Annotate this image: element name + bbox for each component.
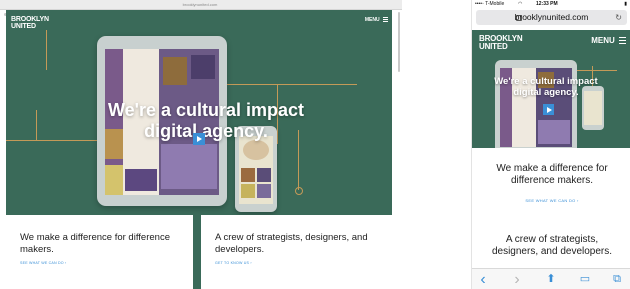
menu-label: MENU bbox=[591, 36, 615, 45]
bookmarks-icon[interactable]: ▭ bbox=[578, 273, 592, 286]
hamburger-icon bbox=[619, 37, 626, 45]
tablet-mockup bbox=[495, 60, 577, 148]
desktop-browser: brooklynunited.com BROOKLYN UNITED MENU bbox=[0, 0, 402, 289]
safari-toolbar: ‹ › ⬆ ▭ ⧉ bbox=[472, 268, 630, 289]
photo-tile bbox=[163, 57, 187, 85]
photo-tile bbox=[241, 184, 255, 198]
reload-icon[interactable]: ↻ bbox=[615, 13, 622, 22]
back-icon[interactable]: ‹ bbox=[476, 272, 490, 288]
wifi-icon: ◠ bbox=[518, 1, 523, 7]
forward-icon[interactable]: › bbox=[510, 272, 524, 288]
tabs-icon[interactable]: ⧉ bbox=[610, 273, 624, 286]
intro-cards: We make a difference for difference make… bbox=[6, 215, 392, 289]
mobile-address-bar[interactable]: brooklynunited.com ↻ bbox=[476, 10, 627, 25]
photo-tile bbox=[538, 120, 570, 144]
photo-tile bbox=[257, 184, 271, 198]
photo-tile bbox=[191, 55, 215, 79]
logo-line-2: UNITED bbox=[11, 23, 36, 30]
mobile-hero-title: We're a cultural impact digital agency. bbox=[494, 76, 598, 98]
logo-line-2: UNITED bbox=[479, 42, 508, 51]
mobile-intro-link[interactable]: SEE WHAT WE CAN DO › bbox=[482, 198, 622, 203]
menu-label: MENU bbox=[364, 17, 380, 23]
decorative-wire bbox=[577, 70, 617, 71]
decorative-wire bbox=[6, 140, 97, 141]
mobile-url: brooklynunited.com bbox=[514, 12, 589, 22]
play-video-button[interactable] bbox=[543, 104, 554, 115]
logo-line-1: BROOKLYN bbox=[11, 16, 49, 23]
hero-section: BROOKLYN UNITED MENU We're a cultural im… bbox=[6, 10, 392, 215]
mobile-hero: BROOKLYN UNITED MENU We're a cultural im… bbox=[472, 30, 630, 148]
photo-tile bbox=[105, 165, 123, 195]
card-link[interactable]: GET TO KNOW US › bbox=[215, 261, 252, 265]
status-bar: ••••◦ T-Mobile ◠ 12:33 PM ▮ bbox=[472, 0, 630, 9]
play-video-button[interactable] bbox=[193, 133, 205, 145]
mobile-menu-button[interactable]: MENU bbox=[591, 36, 626, 45]
decorative-wire bbox=[227, 84, 357, 85]
intro-card: We make a difference for difference make… bbox=[6, 215, 193, 289]
carrier-label: ••••◦ T-Mobile bbox=[475, 1, 505, 7]
photo-tile bbox=[243, 140, 269, 160]
clock: 12:33 PM bbox=[536, 1, 558, 7]
decorative-wire bbox=[36, 110, 37, 140]
decorative-wire bbox=[46, 30, 47, 70]
battery-icon: ▮ bbox=[624, 1, 627, 7]
card-text: We make a difference for difference make… bbox=[20, 232, 170, 255]
intro-card: A crew of strategists, designers, and de… bbox=[201, 215, 392, 289]
card-text: A crew of strategists, designers, and de… bbox=[215, 232, 368, 255]
share-icon[interactable]: ⬆ bbox=[544, 273, 558, 286]
photo-tile bbox=[125, 169, 157, 191]
mobile-intro-text: We make a difference for difference make… bbox=[496, 163, 608, 186]
photo-tile bbox=[241, 168, 255, 182]
card-link[interactable]: SEE WHAT WE CAN DO › bbox=[20, 261, 66, 265]
photo-tile bbox=[257, 168, 271, 182]
mobile-crew-text: A crew of strategists, designers, and de… bbox=[491, 234, 613, 257]
address-bar[interactable]: brooklynunited.com bbox=[150, 1, 250, 8]
browser-toolbar: brooklynunited.com bbox=[0, 0, 402, 16]
phone-screen bbox=[239, 136, 273, 204]
wire-node bbox=[295, 187, 303, 195]
brand-logo[interactable]: BROOKLYN UNITED bbox=[11, 16, 49, 30]
menu-button[interactable]: MENU bbox=[365, 17, 388, 23]
scrollbar[interactable] bbox=[398, 12, 400, 72]
hero-title: We're a cultural impact digital agency. bbox=[107, 100, 304, 141]
hamburger-icon bbox=[383, 17, 388, 23]
mobile-brand-logo[interactable]: BROOKLYN UNITED bbox=[479, 35, 523, 51]
photo-tile bbox=[161, 144, 217, 189]
mobile-browser: ••••◦ T-Mobile ◠ 12:33 PM ▮ brooklynunit… bbox=[471, 0, 630, 289]
